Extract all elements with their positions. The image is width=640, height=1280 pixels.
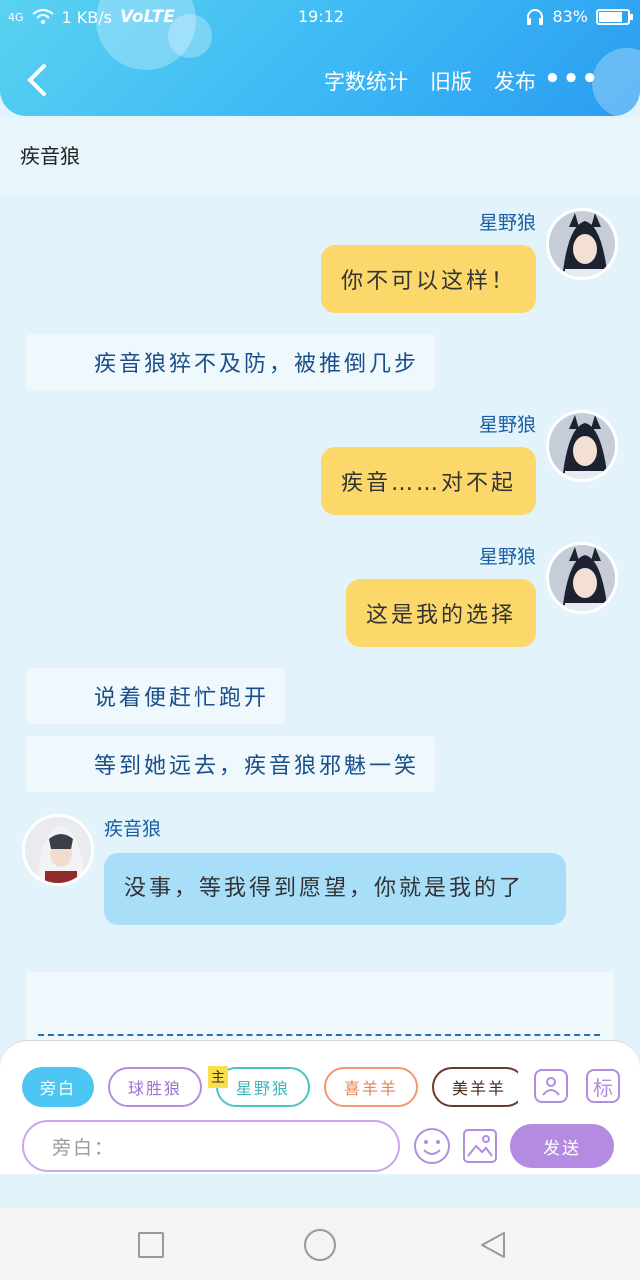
role-chip[interactable]: 球胜狼	[108, 1067, 202, 1107]
narration-message[interactable]: 疾音狼猝不及防，被推倒几步	[26, 334, 436, 390]
battery-percent: 83%	[552, 7, 588, 26]
sender-name: 星野狼	[478, 546, 536, 568]
sender-name: 星野狼	[478, 212, 536, 234]
message-input[interactable]: 旁白：	[22, 1120, 400, 1172]
narration-message[interactable]: 说着便赶忙跑开	[26, 668, 286, 724]
message-bubble[interactable]: 这是我的选择	[345, 579, 536, 647]
image-icon[interactable]	[462, 1128, 498, 1164]
wifi-icon	[31, 9, 54, 24]
avatar[interactable]	[546, 410, 618, 482]
message-left: 疾音狼 没事，等我得到愿望，你就是我的了	[22, 814, 566, 925]
app-header: 4G 1 KB/s VoLTE 19:12 83% 字数统计 旧版 发布 •••	[0, 0, 640, 116]
home-icon[interactable]	[304, 1229, 336, 1261]
message-right: 星野狼 疾音……对不起	[320, 410, 618, 515]
nav-bar: 字数统计 旧版 发布 •••	[0, 56, 640, 106]
role-chip-list: 旁白 球胜狼 星野狼 喜羊羊 美羊羊	[22, 1067, 518, 1109]
avatar[interactable]	[546, 542, 618, 614]
send-button[interactable]: 发送	[510, 1124, 614, 1168]
emoji-icon[interactable]	[412, 1126, 452, 1166]
chat-title-area	[0, 118, 640, 194]
message-right: 星野狼 这是我的选择	[345, 542, 618, 647]
message-bubble[interactable]: 没事，等我得到愿望，你就是我的了	[104, 853, 566, 925]
chat-title: 疾音狼	[20, 144, 80, 168]
old-version-button[interactable]: 旧版	[430, 66, 472, 96]
sender-name: 疾音狼	[104, 818, 162, 840]
narration-message[interactable]: 等到她远去，疾音狼邪魅一笑	[26, 736, 436, 792]
role-chip[interactable]: 星野狼	[216, 1067, 310, 1107]
recent-apps-icon[interactable]	[138, 1232, 164, 1258]
avatar[interactable]	[546, 208, 618, 280]
contact-card-icon[interactable]	[534, 1069, 568, 1103]
tag-button[interactable]: 标	[586, 1069, 620, 1103]
volte-indicator: VoLTE	[120, 7, 175, 27]
network-speed: 1 KB/s	[61, 7, 112, 27]
battery-icon	[596, 8, 633, 25]
message-bubble[interactable]: 疾音……对不起	[320, 447, 536, 515]
back-icon[interactable]	[478, 1230, 508, 1260]
system-nav-bar	[0, 1208, 640, 1280]
sender-name: 星野狼	[478, 414, 536, 436]
more-icon[interactable]: •••	[544, 64, 600, 94]
avatar[interactable]	[22, 814, 94, 886]
headphones-icon	[527, 8, 544, 25]
publish-button[interactable]: 发布	[494, 66, 536, 96]
role-chip[interactable]: 喜羊羊	[324, 1067, 418, 1107]
status-bar: 4G 1 KB/s VoLTE 19:12 83%	[0, 0, 640, 34]
main-role-badge: 主	[208, 1066, 228, 1088]
chevron-left-icon[interactable]	[22, 62, 50, 98]
clock: 19:12	[298, 7, 345, 26]
signal-icon: 4G	[8, 10, 24, 24]
role-chip[interactable]: 美羊羊	[432, 1067, 518, 1107]
word-count-button[interactable]: 字数统计	[324, 66, 408, 96]
message-bubble[interactable]: 你不可以这样！	[320, 245, 536, 313]
message-right: 星野狼 你不可以这样！	[320, 208, 618, 313]
role-chip-narration[interactable]: 旁白	[22, 1067, 94, 1107]
divider	[38, 1034, 600, 1036]
